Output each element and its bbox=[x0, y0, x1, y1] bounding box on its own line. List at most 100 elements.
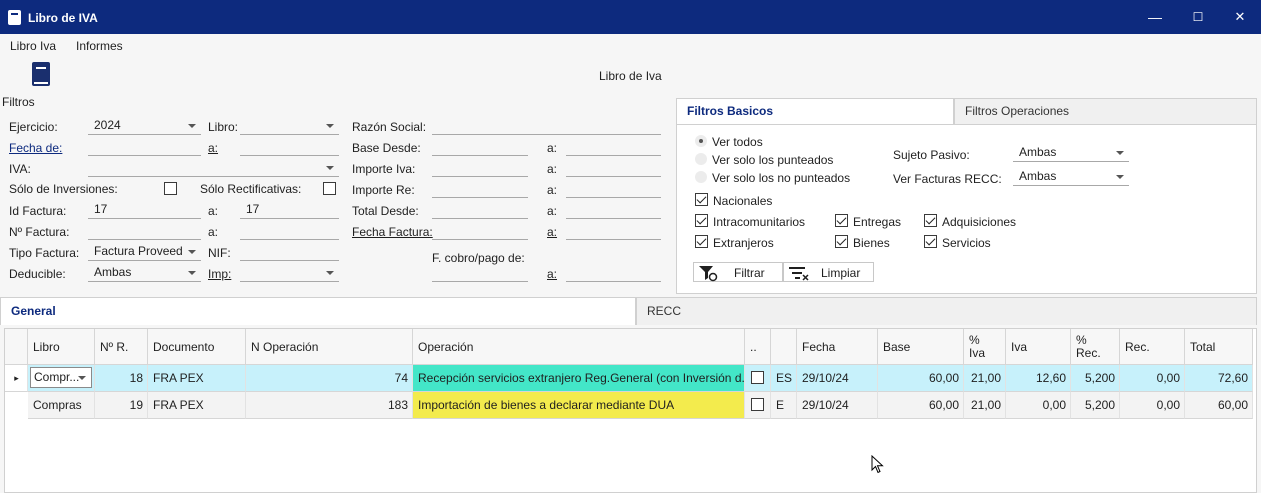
importe-re-a-field[interactable] bbox=[566, 179, 661, 198]
fecha-de-label[interactable]: Fecha de: bbox=[9, 141, 62, 155]
n-factura-field[interactable] bbox=[88, 221, 201, 240]
razon-social-field[interactable] bbox=[432, 116, 661, 135]
col-iva[interactable]: Iva bbox=[1006, 329, 1071, 365]
f-cobro-a-field[interactable] bbox=[566, 263, 661, 282]
cell-pct-rec[interactable]: 5,200 bbox=[1071, 392, 1120, 419]
deducible-select[interactable]: Ambas bbox=[88, 263, 201, 282]
col-check[interactable]: .. bbox=[745, 329, 771, 365]
filters-book-icon[interactable] bbox=[30, 62, 52, 90]
tab-recc[interactable]: RECC bbox=[636, 297, 1257, 325]
imp-label[interactable]: Imp: bbox=[208, 267, 231, 281]
f-cobro-field[interactable] bbox=[432, 263, 528, 282]
solo-rectificativas-checkbox[interactable] bbox=[323, 182, 336, 195]
radio-ver-todos[interactable] bbox=[695, 135, 707, 147]
cell-iva[interactable]: 12,60 bbox=[1006, 365, 1071, 392]
col-pct-iva[interactable]: % Iva bbox=[964, 329, 1006, 365]
row-checkbox[interactable] bbox=[751, 398, 764, 411]
close-button[interactable]: ✕ bbox=[1229, 6, 1251, 28]
base-a-field[interactable] bbox=[566, 137, 661, 156]
fecha-factura-a-label[interactable]: a: bbox=[547, 225, 557, 239]
col-fecha[interactable]: Fecha bbox=[797, 329, 878, 365]
ejercicio-select[interactable]: 2024 bbox=[88, 116, 201, 135]
f-cobro-a-label[interactable]: a: bbox=[547, 267, 557, 281]
col-documento[interactable]: Documento bbox=[148, 329, 246, 365]
nacionales-checkbox[interactable] bbox=[695, 193, 708, 206]
tipo-factura-select[interactable]: Factura Proveed bbox=[88, 242, 201, 261]
importe-iva-a-field[interactable] bbox=[566, 158, 661, 177]
cell-pct-iva[interactable]: 21,00 bbox=[964, 392, 1006, 419]
cell-pais[interactable]: ES bbox=[771, 365, 797, 392]
menu-libro-iva[interactable]: Libro Iva bbox=[10, 39, 56, 53]
base-desde-field[interactable] bbox=[432, 137, 528, 156]
cell-documento[interactable]: FRA PEX bbox=[148, 365, 246, 392]
id-factura-a-field[interactable]: 17 bbox=[240, 200, 339, 219]
radio-ver-punteados[interactable] bbox=[695, 153, 707, 165]
cell-operacion[interactable]: Recepción servicios extranjero Reg.Gener… bbox=[413, 365, 745, 392]
col-nr[interactable]: Nº R. bbox=[95, 329, 148, 365]
col-operacion[interactable]: Operación bbox=[413, 329, 745, 365]
ver-facturas-recc-select[interactable]: Ambas bbox=[1013, 167, 1129, 186]
col-base[interactable]: Base bbox=[878, 329, 964, 365]
cell-n-operacion[interactable]: 74 bbox=[246, 365, 413, 392]
tab-filtros-basicos[interactable]: Filtros Basicos bbox=[676, 98, 954, 124]
maximize-button[interactable]: ☐ bbox=[1187, 6, 1209, 28]
fecha-factura-field[interactable] bbox=[432, 221, 528, 240]
row-checkbox[interactable] bbox=[751, 371, 764, 384]
intracomunitarios-checkbox[interactable] bbox=[695, 214, 708, 227]
col-pct-rec[interactable]: % Rec. bbox=[1071, 329, 1120, 365]
cell-rec[interactable]: 0,00 bbox=[1120, 365, 1185, 392]
radio-ver-no-punteados[interactable] bbox=[695, 171, 707, 183]
col-total[interactable]: Total bbox=[1185, 329, 1253, 365]
sujeto-pasivo-select[interactable]: Ambas bbox=[1013, 143, 1129, 162]
libro-select[interactable] bbox=[240, 116, 339, 135]
solo-inversiones-checkbox[interactable] bbox=[164, 182, 177, 195]
cell-pct-rec[interactable]: 5,200 bbox=[1071, 365, 1120, 392]
n-factura-a-field[interactable] bbox=[240, 221, 339, 240]
nif-field[interactable] bbox=[240, 242, 339, 261]
importe-re-field[interactable] bbox=[432, 179, 528, 198]
col-pais[interactable] bbox=[771, 329, 797, 365]
id-factura-field[interactable]: 17 bbox=[88, 200, 201, 219]
cell-documento[interactable]: FRA PEX bbox=[148, 392, 246, 419]
cell-check[interactable] bbox=[745, 365, 771, 392]
minimize-button[interactable]: — bbox=[1144, 6, 1166, 28]
fecha-a-label[interactable]: a: bbox=[208, 141, 218, 155]
cell-libro[interactable]: Compras bbox=[28, 392, 95, 419]
col-rec[interactable]: Rec. bbox=[1120, 329, 1185, 365]
fecha-de-field[interactable] bbox=[88, 137, 201, 156]
cell-nr[interactable]: 18 bbox=[95, 365, 148, 392]
table-row[interactable]: Compr... bbox=[28, 365, 95, 392]
cell-iva[interactable]: 0,00 bbox=[1006, 392, 1071, 419]
total-desde-field[interactable] bbox=[432, 200, 528, 219]
cell-fecha[interactable]: 29/10/24 bbox=[797, 392, 878, 419]
total-a-field[interactable] bbox=[566, 200, 661, 219]
cell-pais[interactable]: E bbox=[771, 392, 797, 419]
fecha-factura-a-field[interactable] bbox=[566, 221, 661, 240]
limpiar-button[interactable]: Limpiar bbox=[783, 262, 874, 282]
tab-filtros-operaciones[interactable]: Filtros Operaciones bbox=[954, 98, 1257, 124]
entregas-checkbox[interactable] bbox=[835, 214, 848, 227]
cell-total[interactable]: 60,00 bbox=[1185, 392, 1253, 419]
cell-operacion[interactable]: Importación de bienes a declarar mediant… bbox=[413, 392, 745, 419]
cell-fecha[interactable]: 29/10/24 bbox=[797, 365, 878, 392]
col-libro[interactable]: Libro bbox=[28, 329, 95, 365]
col-n-operacion[interactable]: N Operación bbox=[246, 329, 413, 365]
filtrar-button[interactable]: Filtrar bbox=[693, 262, 783, 282]
iva-select[interactable] bbox=[88, 158, 339, 177]
libro-cell-select[interactable]: Compr... bbox=[30, 367, 92, 388]
servicios-checkbox[interactable] bbox=[924, 235, 937, 248]
cell-rec[interactable]: 0,00 bbox=[1120, 392, 1185, 419]
cell-base[interactable]: 60,00 bbox=[878, 392, 964, 419]
cell-pct-iva[interactable]: 21,00 bbox=[964, 365, 1006, 392]
imp-select[interactable] bbox=[240, 263, 339, 282]
cell-total[interactable]: 72,60 bbox=[1185, 365, 1253, 392]
cell-check[interactable] bbox=[745, 392, 771, 419]
fecha-a-field[interactable] bbox=[240, 137, 339, 156]
menu-informes[interactable]: Informes bbox=[76, 39, 123, 53]
fecha-factura-label[interactable]: Fecha Factura: bbox=[352, 225, 433, 239]
tab-general[interactable]: General bbox=[0, 297, 636, 325]
bienes-checkbox[interactable] bbox=[835, 235, 848, 248]
importe-iva-field[interactable] bbox=[432, 158, 528, 177]
cell-base[interactable]: 60,00 bbox=[878, 365, 964, 392]
extranjeros-checkbox[interactable] bbox=[695, 235, 708, 248]
